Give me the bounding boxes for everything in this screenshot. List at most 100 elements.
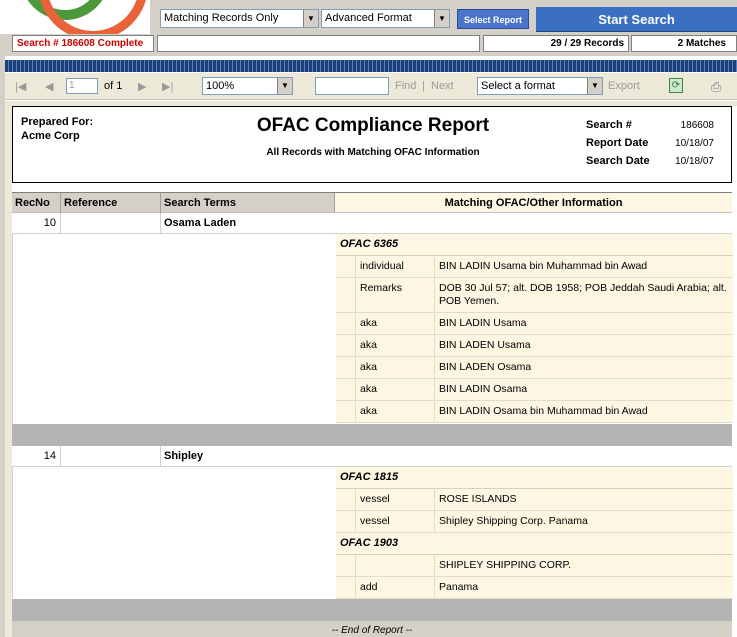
chevron-down-icon: ▼ [434,10,449,27]
detail-row: aka BIN LADIN Osama [336,379,733,401]
end-of-report: -- End of Report -- [12,621,732,637]
format-select[interactable]: Advanced Format ▼ [321,9,450,28]
report-date-value: 10/18/07 [675,138,714,149]
detail-text: Shipley Shipping Corp. Panama [439,515,588,527]
column-header-reference: Reference [61,192,161,213]
prepared-for-name: Acme Corp [21,130,80,142]
detail-text: DOB 30 Jul 57; alt. DOB 1958; POB Jeddah… [439,282,727,307]
select-report-button[interactable]: Select Report [457,9,529,29]
app-logo [0,0,150,34]
page-of-label: of 1 [104,80,123,92]
top-toolbar: Matching Records Only ▼ Advanced Format … [0,0,737,56]
page-number-input[interactable]: 1 [66,78,98,94]
filter-select-value: Matching Records Only [164,12,279,24]
first-page-icon[interactable]: |◀ [15,80,26,93]
detail-type: vessel [356,511,435,532]
chevron-down-icon: ▼ [587,78,602,94]
filter-select[interactable]: Matching Records Only ▼ [160,9,319,28]
record-separator [12,424,732,446]
match-block: OFAC 1815 vessel ROSE ISLANDS vessel Shi… [12,467,733,600]
report-subtitle: All Records with Matching OFAC Informati… [266,147,480,158]
search-terms-cell: Osama Laden [164,217,237,229]
next-page-icon[interactable]: ▶ [138,80,146,93]
detail-type: vessel [356,489,435,510]
report-viewer-toolbar: |◀ ◀ 1 of 1 ▶ ▶| 100% ▼ Find | Next Sele… [5,73,737,100]
find-input[interactable] [315,77,389,95]
divider-band [5,60,737,72]
search-date-value: 10/18/07 [675,156,714,167]
detail-text: SHIPLEY SHIPPING CORP. [439,559,572,571]
report-page: Prepared For: Acme Corp OFAC Compliance … [12,106,737,637]
chevron-down-icon: ▼ [303,10,318,27]
export-format-select[interactable]: Select a format ▼ [477,77,603,95]
detail-row: aka BIN LADEN Osama [336,357,733,379]
detail-type: add [356,577,435,598]
print-icon[interactable]: ⎙ [711,79,721,95]
detail-row: aka BIN LADIN Usama [336,313,733,335]
detail-text: BIN LADEN Osama [439,361,532,373]
prepared-for-label: Prepared For: [21,116,94,128]
table-row: 10 Osama Laden [12,213,732,234]
record-separator [12,599,732,621]
detail-row: SHIPLEY SHIPPING CORP. [336,555,733,577]
find-link[interactable]: Find [395,80,416,92]
search-number-label: Search # [586,119,632,131]
detail-row: aka BIN LADEN Usama [336,335,733,357]
search-status: Search # 186608 Complete [12,35,154,52]
detail-row: aka BIN LADIN Osama bin Muhammad bin Awa… [336,401,733,423]
detail-type: aka [356,313,435,334]
detail-row: vessel Shipley Shipping Corp. Panama [336,511,733,533]
detail-row: Remarks DOB 30 Jul 57; alt. DOB 1958; PO… [336,278,733,313]
column-header-matching-info: Matching OFAC/Other Information [335,192,732,213]
detail-text: BIN LADIN Usama [439,317,527,329]
next-link[interactable]: Next [431,80,454,92]
matches-count: 2 Matches [631,35,737,52]
column-header-search-terms: Search Terms [161,192,335,213]
zoom-value: 100% [206,80,235,92]
report-title: OFAC Compliance Report [256,115,490,136]
reference-cell [61,213,161,234]
search-date-label: Search Date [586,155,650,167]
sdn-header: OFAC 6365 [336,234,733,256]
status-message-field [157,35,480,52]
detail-text: BIN LADIN Osama [439,383,528,395]
detail-type: individual [356,256,435,277]
detail-row: add Panama [336,577,733,599]
export-link[interactable]: Export [608,80,640,92]
refresh-icon[interactable]: ⟳ [669,78,683,93]
detail-type: Remarks [356,278,435,312]
table-row: 14 Shipley [12,446,732,467]
chevron-down-icon: ▼ [277,78,292,94]
column-header-recno: RecNo [12,192,61,213]
report-date-label: Report Date [586,137,649,149]
export-format-value: Select a format [481,80,555,92]
recno-cell: 10 [12,213,61,234]
detail-row: individual BIN LADIN Usama bin Muhammad … [336,256,733,278]
detail-type: aka [356,379,435,400]
search-number-value: 186608 [680,120,714,131]
detail-text: BIN LADIN Osama bin Muhammad bin Awad [439,405,648,417]
detail-type: aka [356,401,435,422]
sdn-header: OFAC 1815 [336,467,733,489]
sdn-header: OFAC 1903 [336,533,733,555]
report-area: Prepared For: Acme Corp OFAC Compliance … [5,101,737,637]
find-separator: | [422,80,425,92]
detail-text: BIN LADIN Usama bin Muhammad bin Awad [439,260,648,272]
previous-page-icon[interactable]: ◀ [45,80,53,93]
reference-cell [61,446,161,467]
zoom-select[interactable]: 100% ▼ [202,77,293,95]
match-block: OFAC 6365 individual BIN LADIN Usama bin… [12,234,733,425]
records-count: 29 / 29 Records [483,35,629,52]
detail-text: Panama [439,581,479,593]
last-page-icon[interactable]: ▶| [162,80,173,93]
detail-text: ROSE ISLANDS [439,493,517,505]
detail-type: aka [356,357,435,378]
start-search-button[interactable]: Start Search [536,7,737,32]
report-header: Prepared For: Acme Corp OFAC Compliance … [12,106,732,183]
recno-cell: 14 [12,446,61,467]
detail-row: vessel ROSE ISLANDS [336,489,733,511]
detail-type: aka [356,335,435,356]
detail-type [356,555,435,576]
format-select-value: Advanced Format [325,12,412,24]
detail-text: BIN LADEN Usama [439,339,531,351]
